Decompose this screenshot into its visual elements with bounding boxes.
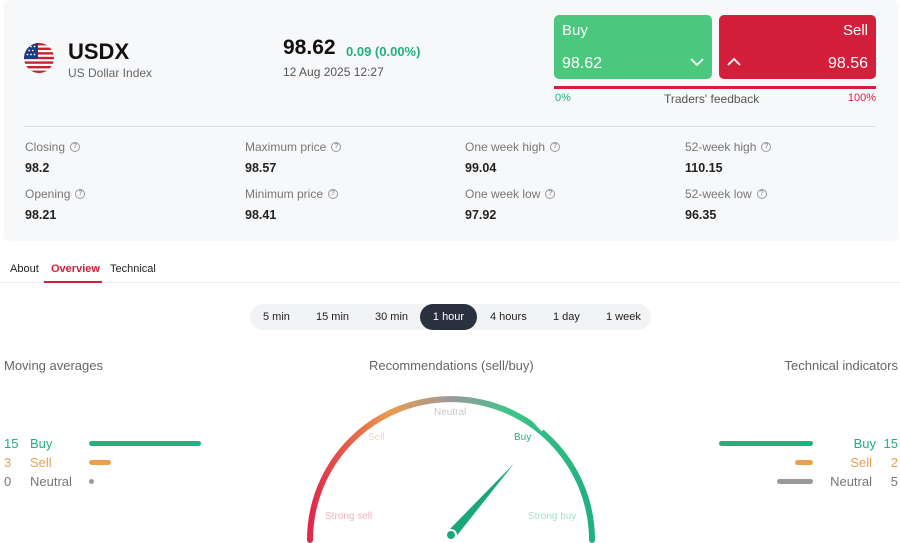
moving-averages-title: Moving averages <box>4 358 103 373</box>
stat-value: 98.21 <box>25 208 57 222</box>
ti-neutral-count: 5 <box>890 474 898 489</box>
stat-label: 52-week high <box>685 140 757 154</box>
feedback-sell-percent: 100% <box>847 92 876 104</box>
sell-button[interactable]: Sell 98.56 <box>719 15 876 79</box>
ti-sell-bar <box>795 460 813 465</box>
ti-buy-bar <box>719 441 813 446</box>
stat-minimum-price: Minimum price? 98.41 <box>245 187 339 222</box>
stat-value: 98.2 <box>25 161 50 175</box>
ti-neutral-bar <box>777 479 813 484</box>
feedback-label: Traders' feedback <box>664 92 760 106</box>
tab-technical[interactable]: Technical <box>110 263 156 275</box>
ma-neutral-bar <box>89 479 94 484</box>
gauge-needle <box>447 463 514 539</box>
feedback-buy-percent: 0% <box>555 92 571 104</box>
us-flag-icon <box>24 43 54 73</box>
current-price: 98.62 <box>283 36 336 59</box>
question-circle-icon[interactable]: ? <box>756 189 767 199</box>
stat-label: Closing <box>25 140 66 154</box>
active-tab-indicator <box>44 281 102 283</box>
ti-buy-label: Buy <box>853 436 876 451</box>
question-circle-icon[interactable]: ? <box>75 189 86 199</box>
traders-feedback-bar <box>554 86 876 89</box>
timeframe-1week[interactable]: 1 week <box>606 311 641 323</box>
instrument-name: US Dollar Index <box>68 66 153 80</box>
divider <box>24 126 876 127</box>
stat-value: 99.04 <box>465 161 497 175</box>
stat-one-week-low: One week low? 97.92 <box>465 187 556 222</box>
gauge-label-sell: Sell <box>368 432 385 443</box>
ti-neutral-label: Neutral <box>830 474 872 489</box>
buy-label: Buy <box>562 22 588 39</box>
ma-sell-count: 3 <box>4 455 12 470</box>
sell-label: Sell <box>842 22 868 39</box>
gauge-label-strong-sell: Strong sell <box>325 511 372 522</box>
question-circle-icon[interactable]: ? <box>331 142 342 152</box>
timeframe-5min[interactable]: 5 min <box>263 311 290 323</box>
chevron-up-icon <box>727 57 741 66</box>
ma-sell-bar <box>89 460 112 465</box>
ma-neutral-label: Neutral <box>30 474 72 489</box>
timeframe-1day[interactable]: 1 day <box>553 311 580 323</box>
tab-about[interactable]: About <box>10 263 39 275</box>
gauge-label-neutral: Neutral <box>434 407 466 418</box>
timeframe-15min[interactable]: 15 min <box>316 311 349 323</box>
timeframe-1hour[interactable]: 1 hour <box>420 304 477 330</box>
technical-indicators-title: Technical indicators <box>784 358 898 373</box>
stat-52-week-high: 52-week high? 110.15 <box>685 140 772 175</box>
buy-price: 98.62 <box>562 55 603 72</box>
buy-button[interactable]: Buy 98.62 <box>554 15 712 79</box>
question-circle-icon[interactable]: ? <box>545 189 556 199</box>
ma-neutral-count: 0 <box>4 474 12 489</box>
recommendation-gauge: Strong sell Sell Neutral Buy Strong buy <box>307 396 595 543</box>
gauge-label-strong-buy: Strong buy <box>528 511 576 522</box>
gauge-label-buy: Buy <box>514 432 531 443</box>
price-change: 0.09 (0.00%) <box>346 44 421 59</box>
stat-opening: Opening? 98.21 <box>25 187 86 222</box>
stat-value: 96.35 <box>685 208 717 222</box>
instrument-symbol: USDX <box>68 39 130 64</box>
timeframe-4hours[interactable]: 4 hours <box>490 311 527 323</box>
tab-bar: About Overview Technical <box>0 258 900 283</box>
ti-sell-count: 2 <box>890 455 898 470</box>
ti-sell-label: Sell <box>850 455 872 470</box>
question-circle-icon[interactable]: ? <box>550 142 561 152</box>
question-circle-icon[interactable]: ? <box>70 142 81 152</box>
ma-buy-label: Buy <box>30 436 53 451</box>
stat-label: 52-week low <box>685 187 752 201</box>
chevron-down-icon <box>690 58 704 67</box>
ma-buy-count: 15 <box>4 436 19 451</box>
recommendations-title: Recommendations (sell/buy) <box>369 358 534 373</box>
stat-value: 98.57 <box>245 161 277 175</box>
stat-maximum-price: Maximum price? 98.57 <box>245 140 342 175</box>
question-circle-icon[interactable]: ? <box>328 189 339 199</box>
stat-label: One week low <box>465 187 541 201</box>
stat-label: Opening <box>25 187 71 201</box>
ma-sell-label: Sell <box>30 455 52 470</box>
stat-value: 97.92 <box>465 208 497 222</box>
stat-value: 110.15 <box>685 161 723 175</box>
gauge-pivot <box>445 529 457 541</box>
stat-label: Minimum price <box>245 187 324 201</box>
stat-closing: Closing? 98.2 <box>25 140 81 175</box>
stat-one-week-high: One week high? 99.04 <box>465 140 561 175</box>
timeframe-30min[interactable]: 30 min <box>375 311 408 323</box>
stat-label: Maximum price <box>245 140 327 154</box>
ti-buy-count: 15 <box>883 436 898 451</box>
tab-overview[interactable]: Overview <box>51 263 100 275</box>
stat-value: 98.41 <box>245 208 277 222</box>
stat-label: One week high <box>465 140 546 154</box>
stat-52-week-low: 52-week low? 96.35 <box>685 187 767 222</box>
question-circle-icon[interactable]: ? <box>761 142 772 152</box>
sell-price: 98.56 <box>827 55 868 72</box>
price-timestamp: 12 Aug 2025 12:27 <box>283 65 384 79</box>
ma-buy-bar <box>89 441 201 446</box>
